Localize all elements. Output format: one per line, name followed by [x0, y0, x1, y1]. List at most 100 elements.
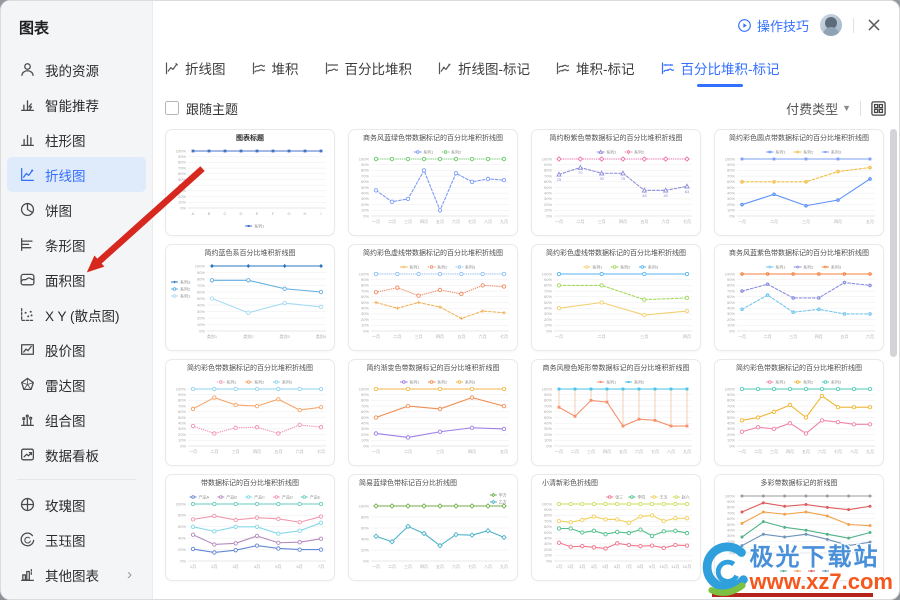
- svg-text:30%: 30%: [178, 426, 186, 431]
- svg-text:20%: 20%: [727, 539, 735, 544]
- sidebar-item-combo-chart[interactable]: 组合图: [7, 402, 146, 437]
- sidebar-item-pie-chart[interactable]: 饼图: [7, 192, 146, 227]
- chart-template-card[interactable]: 简约蓝色系百分比堆积折线图 100% 90% 80% 70% 60% 50% 40% 30% 20…: [165, 244, 335, 351]
- svg-text:三月: 三月: [415, 334, 423, 339]
- svg-text:七月: 七月: [834, 448, 842, 454]
- svg-text:0%: 0%: [546, 558, 552, 563]
- scrollbar-thumb[interactable]: [890, 129, 897, 357]
- chart-template-card[interactable]: 简易蓝绿色带标记百分比折线图 100% 80% 60% 40% 20% 0% 一月 二月 三月 四月…: [348, 474, 518, 581]
- layout-grid-icon[interactable]: [870, 100, 887, 117]
- card-chart-thumbnail: 100% 80% 60% 40% 20% 0%一月 二月 三月 四月 五月 六月 七月 八月 九月 甲方乙方: [359, 492, 509, 569]
- sidebar-item-label: 折线图: [45, 168, 86, 184]
- svg-text:70%: 70%: [727, 403, 735, 408]
- svg-text:二月: 二月: [754, 449, 762, 454]
- tab-堆积[interactable]: 堆积: [251, 49, 299, 87]
- chart-template-card[interactable]: 简约渐变色带数据标记的百分比堆积折线图 100% 90% 80% 70% 60% 50% 40…: [348, 359, 518, 466]
- scrollbar-track[interactable]: [890, 129, 897, 595]
- svg-text:六月: 六月: [662, 218, 670, 224]
- svg-text:40%: 40%: [544, 191, 552, 196]
- topbar: 操作技巧: [737, 11, 883, 39]
- sidebar-item-rose-chart[interactable]: 玫瑰图: [7, 487, 146, 522]
- chart-template-card[interactable]: 商务风橙色矩形带数据标记的百分比堆积折线图 100% 90% 80% 70% 60% 50%…: [531, 359, 701, 466]
- chart-template-card[interactable]: 简约彩色圆点带数据标记的百分比堆积折线图 100% 90% 80% 70% 60% 50% 4…: [714, 129, 884, 236]
- tab-百分比堆积[interactable]: 百分比堆积: [324, 49, 412, 87]
- svg-text:系列2: 系列2: [437, 379, 448, 385]
- card-title: 简约彩色虚线带数据标记的百分比堆积折线图: [363, 250, 503, 257]
- chart-template-card[interactable]: 小清新彩色折线图 100% 90% 80% 70% 60% 50% 40% 30% 20% 10% 0…: [531, 474, 701, 581]
- chart-template-card[interactable]: 简约粉紫色带数据标记的百分比堆积折线图 100% 90% 80% 70% 60% 50% 40…: [531, 129, 701, 236]
- card-title: 简约彩色圆点带数据标记的百分比堆积折线图: [729, 135, 869, 142]
- tab-percent-stacked-marked-chart-icon: [661, 62, 674, 75]
- card-title: 简约粉紫色带数据标记的百分比堆积折线图: [549, 135, 683, 142]
- svg-text:100%: 100%: [725, 271, 736, 276]
- svg-text:20%: 20%: [361, 547, 369, 552]
- chart-template-card[interactable]: 简约彩色带数据标记的百分比堆积折线图 100% 90% 80% 70% 60% 50% 40%…: [714, 359, 884, 466]
- tips-button[interactable]: 操作技巧: [737, 16, 809, 35]
- line-chart-icon: [21, 168, 34, 181]
- close-icon[interactable]: [865, 16, 883, 34]
- svg-text:五月: 五月: [274, 449, 282, 454]
- svg-text:70%: 70%: [361, 288, 369, 293]
- chart-template-card[interactable]: 带数据标记的百分比堆积折线图 100% 80% 60% 40% 20% 0% 1月 2月 3月 4月…: [165, 474, 335, 581]
- svg-text:20%: 20%: [178, 194, 186, 199]
- svg-text:五月: 五月: [500, 449, 508, 454]
- sidebar-item-smart-recommend[interactable]: 智能推荐: [7, 87, 146, 122]
- pay-type-dropdown[interactable]: 付费类型 ▼: [786, 99, 851, 118]
- svg-text:六月: 六月: [479, 333, 487, 339]
- svg-text:0%: 0%: [729, 443, 735, 448]
- svg-text:甲方: 甲方: [499, 492, 507, 498]
- sidebar-item-column-chart[interactable]: 柱形图: [7, 122, 146, 157]
- sidebar-item-label: 组合图: [45, 413, 86, 429]
- svg-text:六月: 六月: [635, 448, 643, 454]
- tab-百分比堆积-标记[interactable]: 百分比堆积-标记: [660, 49, 780, 87]
- user-avatar[interactable]: [820, 14, 842, 36]
- svg-text:10%: 10%: [727, 208, 735, 213]
- svg-text:系列1: 系列1: [226, 379, 237, 385]
- svg-text:90%: 90%: [178, 392, 186, 397]
- svg-text:一月: 一月: [372, 564, 380, 569]
- svg-text:100%: 100%: [176, 501, 187, 506]
- sidebar-item-dashboard[interactable]: 数据看板: [7, 437, 146, 472]
- svg-text:40%: 40%: [544, 306, 552, 311]
- chart-template-card[interactable]: 图表标题 100% 90% 80% 70% 60% 50% 40% 30% 20% 10% 0% A B C…: [165, 129, 335, 236]
- svg-text:系列1: 系列1: [423, 149, 434, 155]
- tab-bar: 折线图 堆积 百分比堆积 折线图-标记 堆积-标记 百分比堆积-标记: [164, 49, 780, 87]
- sidebar-item-line-chart[interactable]: 折线图: [7, 157, 146, 192]
- svg-text:30%: 30%: [727, 533, 735, 538]
- svg-text:3月: 3月: [233, 564, 239, 569]
- sidebar-item-jade-chart[interactable]: 玉珏图: [7, 522, 146, 557]
- svg-text:40%: 40%: [727, 421, 735, 426]
- svg-text:40%: 40%: [197, 302, 205, 307]
- svg-text:40%: 40%: [178, 536, 186, 541]
- svg-text:90%: 90%: [544, 507, 552, 512]
- chart-template-card[interactable]: 商务风蓝紫色带数据标记的百分比堆积折线图 100% 90% 80% 70% 60% 50% 4…: [714, 244, 884, 351]
- svg-text:90%: 90%: [727, 162, 735, 167]
- svg-text:C: C: [224, 211, 227, 216]
- svg-text:70%: 70%: [727, 288, 735, 293]
- svg-text:63: 63: [685, 189, 690, 194]
- sidebar-item-scatter-chart[interactable]: X Y (散点图): [7, 297, 146, 332]
- follow-theme-checkbox[interactable]: [165, 101, 179, 115]
- sidebar-item-other-charts[interactable]: 其他图表 ›: [7, 557, 146, 592]
- tab-折线图[interactable]: 折线图: [164, 49, 226, 87]
- chart-template-card[interactable]: 简约彩色带数据标记的百分比堆积折线图 100% 90% 80% 70% 60% 50% 40%…: [165, 359, 335, 466]
- tips-label: 操作技巧: [756, 18, 809, 34]
- sidebar-item-radar-chart[interactable]: 雷达图: [7, 367, 146, 402]
- chart-template-card[interactable]: 简约彩色虚线带数据标记的百分比堆积折线图 100% 90% 80% 70% 60% 50% 4…: [531, 244, 701, 351]
- chart-template-card[interactable]: 简约彩色虚线带数据标记的百分比堆积折线图 100% 90% 80% 70% 60% 50% 4…: [348, 244, 518, 351]
- tab-堆积-标记[interactable]: 堆积-标记: [555, 49, 635, 87]
- tab-折线图-标记[interactable]: 折线图-标记: [437, 49, 530, 87]
- filter-right: 付费类型 ▼: [786, 99, 887, 118]
- chart-template-card[interactable]: 多彩带数据标记的折线图 100% 90% 80% 70% 60% 50% 40% 30% 20% 1…: [714, 474, 884, 581]
- sidebar-item-area-chart[interactable]: 面积图: [7, 262, 146, 297]
- sidebar-item-stock-chart[interactable]: 股价图: [7, 332, 146, 367]
- svg-text:100%: 100%: [195, 263, 206, 268]
- svg-text:50%: 50%: [544, 415, 552, 420]
- sidebar-item-bar-chart[interactable]: 条形图: [7, 227, 146, 262]
- sidebar-item-label: X Y (散点图): [45, 308, 120, 324]
- sidebar-item-user[interactable]: 我的资源: [7, 52, 146, 87]
- svg-text:0%: 0%: [363, 443, 369, 448]
- svg-text:50%: 50%: [544, 530, 552, 535]
- topbar-divider: [853, 17, 854, 33]
- chart-template-card[interactable]: 商务风蓝绿色带数据标记的百分比堆积折线图 100% 90% 80% 70% 60% 50% 4…: [348, 129, 518, 236]
